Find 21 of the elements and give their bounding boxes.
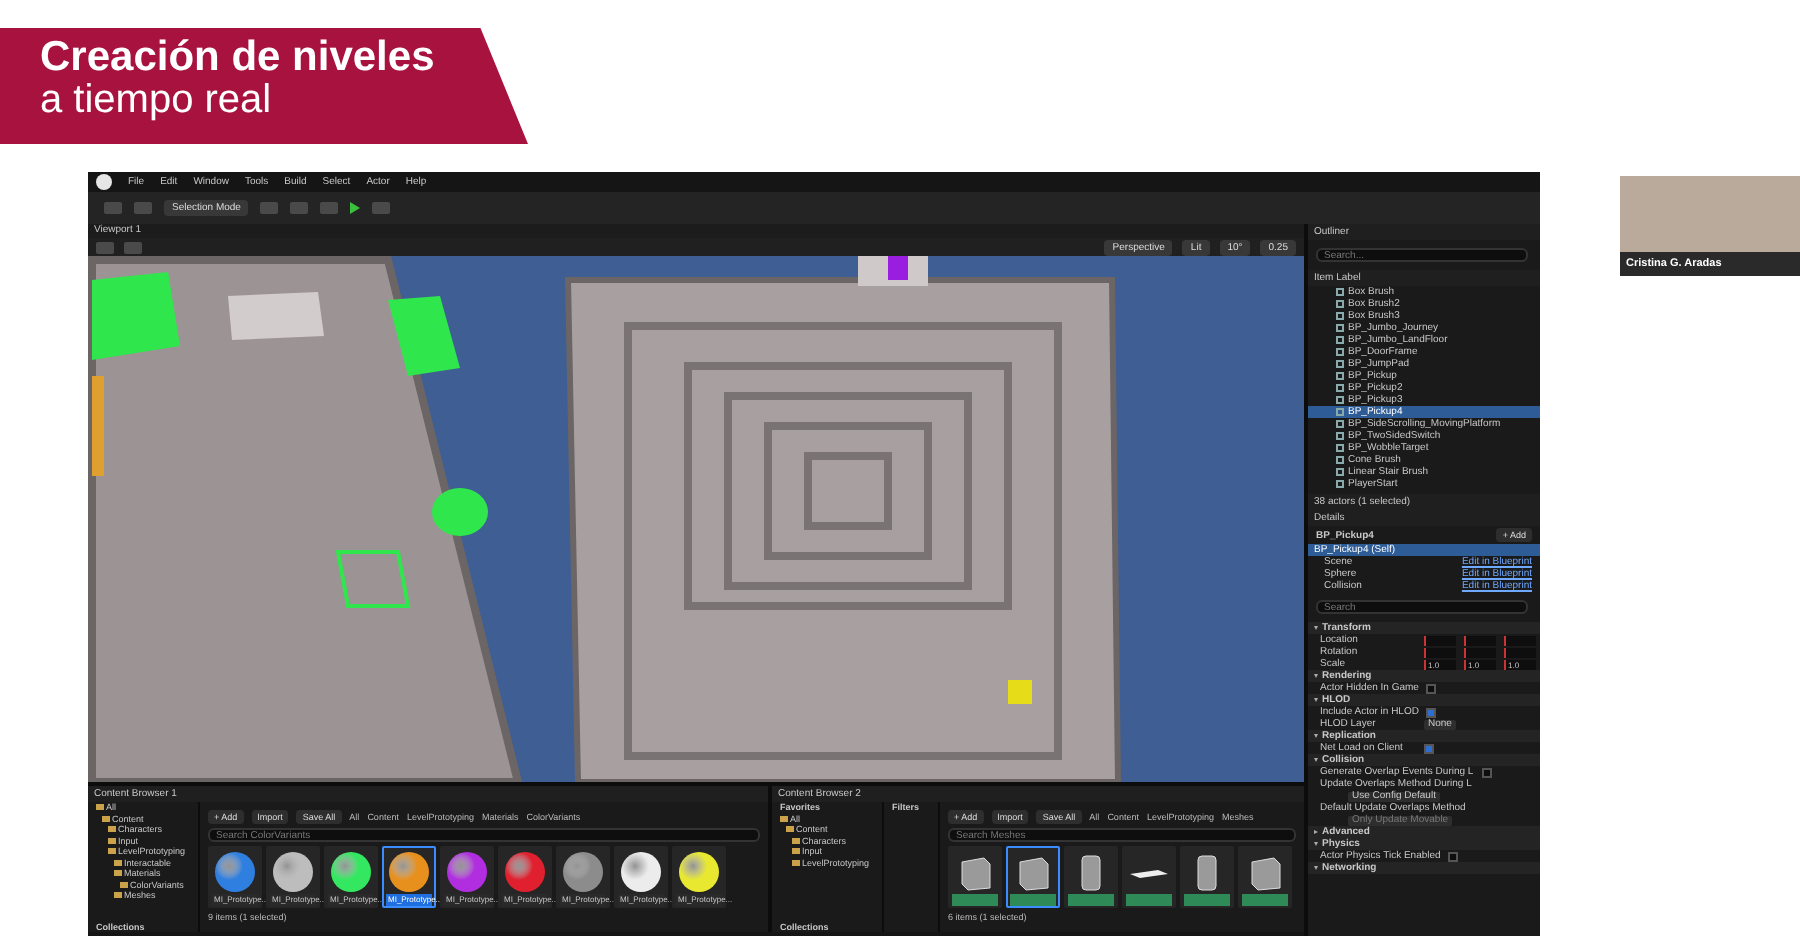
number-field[interactable]	[1424, 647, 1456, 657]
mesh-thumbnail[interactable]	[1238, 846, 1292, 908]
banner-title: Creación de niveles	[40, 36, 437, 81]
mesh-thumbnail[interactable]	[1064, 846, 1118, 908]
mesh-thumbnail[interactable]	[1122, 846, 1176, 908]
mesh-thumbnail[interactable]	[1006, 846, 1060, 908]
banner-subtitle: a tiempo real	[40, 80, 274, 123]
checkbox[interactable]	[1448, 851, 1459, 861]
engine-logo-icon	[96, 174, 112, 190]
checkbox[interactable]	[1426, 683, 1437, 693]
number-field[interactable]	[1464, 647, 1496, 657]
checkbox[interactable]	[1426, 707, 1437, 717]
checkbox[interactable]	[1424, 743, 1434, 753]
number-field[interactable]	[1424, 635, 1456, 645]
mesh-thumbnail[interactable]	[1180, 846, 1234, 908]
mesh-thumbnail[interactable]	[948, 846, 1002, 908]
number-field[interactable]	[1464, 635, 1496, 645]
number-field[interactable]	[1504, 647, 1536, 657]
play-icon[interactable]	[350, 202, 361, 214]
checkbox[interactable]	[1481, 767, 1492, 777]
number-field[interactable]	[1504, 635, 1536, 645]
